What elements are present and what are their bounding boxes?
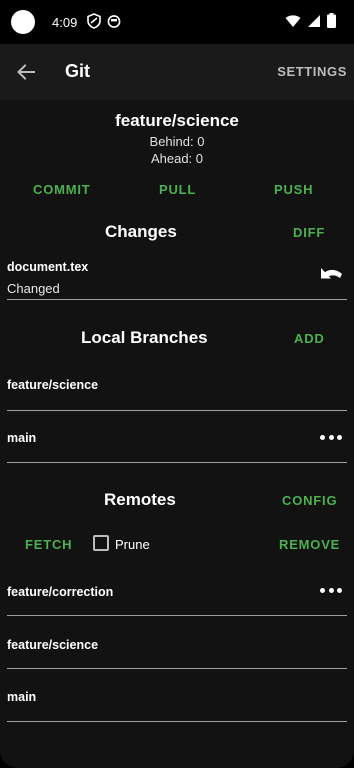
local-branch-name: feature/science (7, 378, 99, 392)
shield-icon (87, 13, 101, 29)
add-branch-button[interactable]: ADD (294, 331, 325, 346)
commit-button[interactable]: COMMIT (33, 182, 91, 197)
remove-button[interactable]: REMOVE (279, 537, 340, 552)
divider (7, 462, 347, 463)
local-branches-title: Local Branches (81, 328, 208, 347)
changes-title: Changes (105, 222, 177, 241)
behind-count: Behind: 0 (149, 134, 205, 149)
divider (7, 721, 347, 722)
screen: 4:09 Git SETTINGS feature/science Behind… (0, 0, 354, 768)
app-title: Git (65, 61, 90, 81)
remote-branch-name: feature/science (7, 638, 99, 652)
push-button[interactable]: PUSH (274, 182, 313, 197)
divider (7, 299, 347, 300)
status-bar: 4:09 (0, 0, 354, 44)
camera-cutout (11, 10, 35, 34)
changed-file-name: document.tex (7, 260, 89, 274)
status-time: 4:09 (52, 15, 78, 30)
cat-face-icon (107, 15, 121, 28)
config-button[interactable]: CONFIG (282, 493, 337, 508)
remote-branch-name: feature/correction (7, 585, 114, 599)
current-branch-name: feature/science (115, 111, 239, 130)
fetch-button[interactable]: FETCH (25, 537, 72, 552)
ahead-count: Ahead: 0 (150, 151, 204, 166)
more-horizontal-icon[interactable] (320, 588, 342, 594)
pull-button[interactable]: PULL (159, 182, 196, 197)
diff-button[interactable]: DIFF (293, 225, 325, 240)
more-horizontal-icon[interactable] (320, 435, 342, 441)
status-right-icons (285, 13, 336, 28)
app-bar: Git SETTINGS (0, 44, 354, 100)
divider (7, 668, 347, 669)
undo-icon[interactable] (319, 265, 345, 285)
prune-checkbox[interactable] (93, 535, 109, 551)
remote-branch-name: main (7, 690, 37, 704)
remotes-title: Remotes (104, 490, 176, 509)
settings-button[interactable]: SETTINGS (277, 64, 347, 79)
changed-file-status: Changed (7, 281, 60, 296)
battery-icon (327, 13, 336, 28)
prune-label[interactable]: Prune (115, 537, 150, 552)
cellular-signal-icon (308, 14, 320, 27)
git-content: feature/science Behind: 0 Ahead: 0 COMMI… (0, 100, 354, 768)
arrow-back-icon[interactable] (12, 58, 40, 86)
divider (7, 410, 347, 411)
divider (7, 615, 347, 616)
wifi-icon (285, 14, 301, 27)
local-branch-name: main (7, 431, 37, 445)
